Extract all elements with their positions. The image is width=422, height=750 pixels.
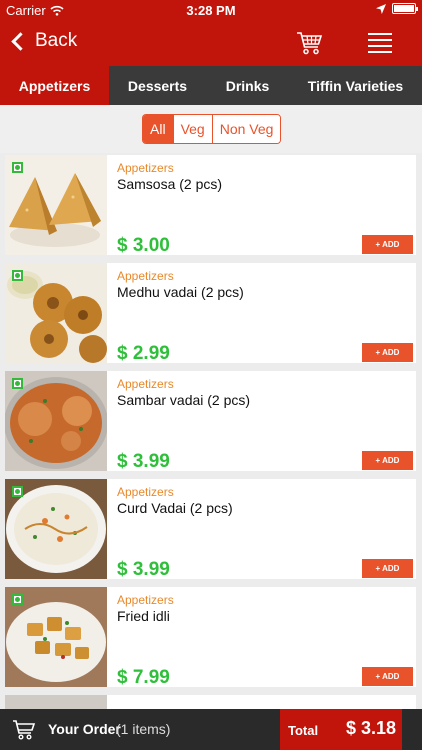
add-to-cart-button[interactable]: + ADD — [362, 451, 413, 470]
order-cart-icon — [13, 720, 36, 740]
item-price: $ 3.99 — [117, 451, 170, 472]
menu-item-card[interactable]: Appetizers Fried idli $ 7.99 + ADD — [5, 587, 416, 688]
back-label: Back — [35, 30, 78, 51]
filter-veg[interactable]: Veg — [173, 115, 213, 143]
filter-non-veg[interactable]: Non Veg — [212, 115, 281, 143]
filter-area: All Veg Non Veg — [0, 105, 422, 153]
veg-indicator-icon — [12, 270, 23, 281]
menu-item-card[interactable]: Appetizers Samsosa (2 pcs) $ 3.00 + ADD — [5, 155, 416, 256]
menu-item-list[interactable]: Appetizers Samsosa (2 pcs) $ 3.00 + ADD … — [0, 153, 422, 709]
menu-item-card[interactable]: Appetizers Medhu vadai (2 pcs) $ 2.99 + … — [5, 263, 416, 364]
item-category: Appetizers — [117, 269, 174, 283]
item-category: Appetizers — [117, 377, 174, 391]
item-name: Samsosa (2 pcs) — [117, 176, 223, 192]
item-price: $ 7.99 — [117, 667, 170, 688]
cart-icon[interactable] — [296, 30, 324, 56]
status-right — [376, 3, 418, 14]
item-name: Medhu vadai (2 pcs) — [117, 284, 244, 300]
location-arrow-icon — [376, 3, 386, 14]
veg-indicator-icon — [12, 378, 23, 389]
total-amount: $ 3.18 — [345, 718, 396, 738]
add-to-cart-button[interactable]: + ADD — [362, 235, 413, 254]
tab-drinks[interactable]: Drinks — [206, 66, 289, 105]
item-image — [5, 695, 107, 709]
item-price: $ 3.99 — [117, 559, 170, 580]
menu-item-card-partial[interactable] — [5, 695, 416, 709]
your-order-label: Your Order — [48, 721, 121, 737]
veg-indicator-icon — [12, 486, 23, 497]
order-item-count: (1 items) — [116, 721, 171, 737]
add-to-cart-button[interactable]: + ADD — [362, 559, 413, 578]
item-price: $ 3.00 — [117, 235, 170, 256]
item-name: Curd Vadai (2 pcs) — [117, 500, 233, 516]
item-category: Appetizers — [117, 485, 174, 499]
total-area[interactable]: Total $ 3.18 — [280, 709, 402, 750]
back-button[interactable]: Back — [10, 30, 77, 52]
status-time: 3:28 PM — [186, 3, 236, 18]
veg-indicator-icon — [12, 162, 23, 173]
tab-desserts[interactable]: Desserts — [109, 66, 206, 105]
menu-item-card[interactable]: Appetizers Sambar vadai (2 pcs) $ 3.99 +… — [5, 371, 416, 472]
filter-all[interactable]: All — [143, 115, 174, 143]
item-name: Sambar vadai (2 pcs) — [117, 392, 251, 408]
battery-icon — [392, 3, 418, 14]
item-name: Fried idli — [117, 608, 170, 624]
veg-filter-segmented-control: All Veg Non Veg — [142, 114, 282, 144]
menu-item-card[interactable]: Appetizers Curd Vadai (2 pcs) $ 3.99 + A… — [5, 479, 416, 580]
total-label: Total — [288, 723, 319, 738]
category-tabs: Appetizers Desserts Drinks Tiffin Variet… — [0, 66, 422, 105]
hamburger-menu-icon[interactable] — [368, 33, 392, 53]
add-to-cart-button[interactable]: + ADD — [362, 667, 413, 686]
item-category: Appetizers — [117, 161, 174, 175]
tab-tiffin-varieties[interactable]: Tiffin Varieties — [289, 66, 422, 105]
status-bar: Carrier 3:28 PM — [0, 0, 422, 20]
tab-appetizers[interactable]: Appetizers — [0, 66, 109, 105]
nav-bar: Back — [0, 20, 422, 66]
item-category: Appetizers — [117, 593, 174, 607]
order-bottom-bar[interactable]: Your Order (1 items) Total $ 3.18 — [0, 709, 422, 750]
back-chevron-icon — [11, 31, 30, 51]
veg-indicator-icon — [12, 594, 23, 605]
item-price: $ 2.99 — [117, 343, 170, 364]
add-to-cart-button[interactable]: + ADD — [362, 343, 413, 362]
